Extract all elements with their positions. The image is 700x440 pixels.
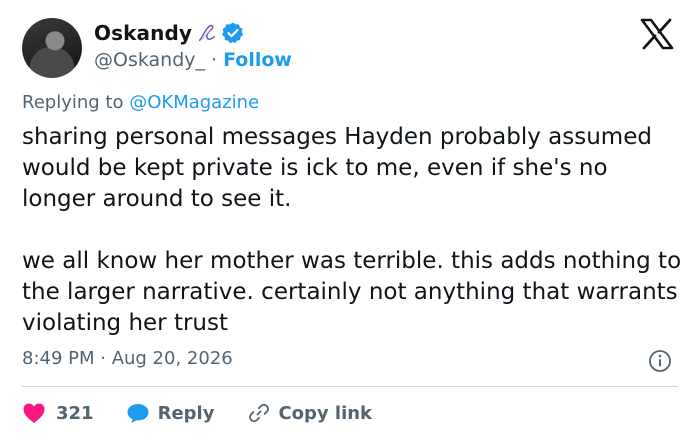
ribbon-emoji-icon xyxy=(198,24,216,42)
author-name[interactable]: Oskandy xyxy=(94,21,192,45)
author-handle-row: @Oskandy_ · Follow xyxy=(94,47,292,73)
replying-to: Replying to @OKMagazine xyxy=(22,92,259,113)
tweet-timestamp[interactable]: 8:49 PM · Aug 20, 2026 xyxy=(22,348,233,369)
reply-button[interactable]: Reply xyxy=(126,402,215,424)
speech-bubble-icon xyxy=(127,404,149,423)
tweet-paragraph: we all know her mother was terrible. thi… xyxy=(22,248,682,336)
tweet-paragraph: sharing personal messages Hayden probabl… xyxy=(22,124,652,212)
verified-badge-icon xyxy=(222,22,244,44)
follow-button[interactable]: Follow xyxy=(223,49,292,71)
reply-label: Reply xyxy=(157,402,215,424)
copy-link-button[interactable]: Copy link xyxy=(248,402,372,424)
link-icon xyxy=(249,403,270,423)
divider xyxy=(22,386,678,387)
tweet-body: sharing personal messages Hayden probabl… xyxy=(22,122,682,339)
avatar[interactable] xyxy=(22,18,82,78)
replying-to-label: Replying to xyxy=(22,92,124,113)
x-logo-icon[interactable] xyxy=(640,18,674,50)
author-name-row: Oskandy xyxy=(94,18,245,48)
info-icon[interactable] xyxy=(648,349,672,373)
author-handle[interactable]: @Oskandy_ xyxy=(94,49,205,71)
reply-target-link[interactable]: @OKMagazine xyxy=(129,92,259,113)
like-button[interactable]: 321 xyxy=(22,402,94,424)
heart-icon xyxy=(23,403,45,423)
handle-separator: · xyxy=(211,49,218,71)
like-count: 321 xyxy=(56,402,94,424)
tweet-actions: 321 Reply Copy link xyxy=(22,397,372,429)
copy-link-label: Copy link xyxy=(278,402,373,424)
